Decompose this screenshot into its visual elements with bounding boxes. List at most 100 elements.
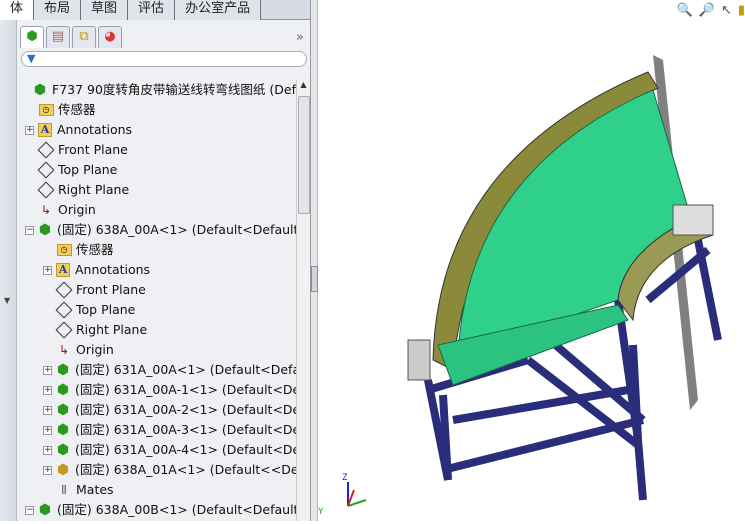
tree-scrollbar[interactable]: ▲ — [296, 80, 310, 521]
assembly-yellow-icon: ⬢ — [56, 462, 70, 478]
tree-item-label: (固定) 631A_00A<1> (Default<Default_ — [75, 362, 296, 377]
tree-item[interactable]: Top Plane — [37, 160, 118, 180]
triad-z-label: Z — [342, 473, 348, 483]
zoom-to-area-icon[interactable]: 🔎 — [699, 3, 715, 18]
command-tabs: 体 布局 草图 评估 办公室产品 — [0, 0, 310, 20]
expand-toggle[interactable]: + — [43, 385, 52, 395]
tree-item[interactable]: + ⬢ (固定) 631A_00A-3<1> (Default<Defau — [43, 420, 296, 440]
conveyor-model: Y Z — [318, 55, 722, 517]
previous-view-icon[interactable]: ↖ — [721, 3, 732, 18]
tree-item[interactable]: ↳ Origin — [38, 200, 96, 220]
tab-assembly[interactable]: 体 — [0, 0, 35, 20]
tree-item[interactable]: Front Plane — [55, 280, 146, 300]
expand-toggle[interactable]: + — [43, 265, 52, 275]
tree-item-label: (固定) 631A_00A-2<1> (Default<Defau — [75, 402, 296, 417]
tree-item[interactable]: + ⬢ (固定) 631A_00A-4<1> (Default<Defau — [43, 440, 296, 460]
assembly-icon: ⬢ — [56, 382, 70, 398]
tree-item[interactable]: + A Annotations — [43, 260, 150, 280]
assembly-icon: ⬢ — [56, 422, 70, 438]
expand-toggle[interactable]: − — [25, 505, 34, 515]
tree-item-label: Front Plane — [76, 282, 146, 297]
tab-sketch[interactable]: 草图 — [81, 0, 129, 20]
expand-toggle[interactable]: + — [43, 465, 52, 475]
filter-input[interactable]: ▼ — [21, 51, 307, 67]
zoom-to-fit-icon[interactable]: 🔍 — [677, 3, 693, 18]
assembly-icon: ⬢ — [56, 362, 70, 378]
tree-item-label: (固定) 631A_00A-3<1> (Default<Defau — [75, 422, 296, 437]
expand-toggle[interactable]: + — [43, 365, 52, 375]
tree-item[interactable]: ◷ 传感器 — [38, 100, 96, 120]
mates-icon: ⫴ — [61, 483, 67, 497]
display-manager-tab[interactable]: ◕ — [98, 26, 122, 48]
tree-item[interactable]: + ⬢ (固定) 631A_00A-1<1> (Default<Defau — [43, 380, 296, 400]
configuration-manager-tab[interactable]: ⧉ — [72, 26, 96, 48]
tree-item-label: F737 90度转角皮带输送线转弯线图纸 (Default — [52, 82, 296, 97]
feature-manager-tab[interactable]: ⬢ — [20, 26, 44, 48]
property-manager-tab[interactable]: ▤ — [46, 26, 70, 48]
tree-item[interactable]: Right Plane — [37, 180, 130, 200]
expand-toggle[interactable]: + — [43, 445, 52, 455]
assembly-icon: ⬢ — [38, 222, 52, 238]
tree-item[interactable]: + A Annotations — [25, 120, 132, 140]
feature-tree: ⬢ F737 90度转角皮带输送线转弯线图纸 (Default ◷ 传感器 + A Anno… — [17, 80, 296, 521]
expand-toggle[interactable]: + — [43, 425, 52, 435]
tab-evaluate[interactable]: 评估 — [128, 0, 176, 20]
tree-item-label: Mates — [76, 482, 114, 497]
tree-item-label: Right Plane — [76, 322, 148, 337]
tree-item[interactable]: + ⬢ (固定) 631A_00A<1> (Default<Default_ — [43, 360, 296, 380]
expand-toggle[interactable]: + — [43, 405, 52, 415]
origin-icon: ↳ — [58, 343, 70, 357]
graphics-viewport[interactable]: 🔍 🔎 ↖ ▮ Y Z — [318, 0, 745, 521]
tree-item[interactable]: Top Plane — [55, 300, 136, 320]
tree-item-label: (固定) 631A_00A-4<1> (Default<Defau — [75, 442, 296, 457]
tree-item-label: Right Plane — [58, 182, 130, 197]
motor-unit — [672, 204, 714, 236]
tree-item-label: Origin — [76, 342, 114, 357]
tree-item-label: Top Plane — [58, 162, 118, 177]
tree-item[interactable]: Right Plane — [55, 320, 148, 340]
plane-icon — [55, 321, 73, 339]
tree-item-label: Annotations — [75, 262, 151, 277]
tree-item[interactable]: −⬢ (固定) 638A_00A<1> (Default<Default_Dis — [25, 220, 296, 240]
expand-toggle[interactable]: + — [25, 125, 34, 135]
dropdown-arrow-icon[interactable]: ▼ — [4, 296, 10, 305]
tree-item-label: (固定) 638A_01A<1> (Default<<Defau — [75, 462, 296, 477]
sensor-folder-icon: ◷ — [56, 242, 72, 258]
assembly-icon: ⬢ — [56, 402, 70, 418]
filter-icon[interactable]: ▼ — [27, 52, 35, 65]
tree-item-label: 传感器 — [76, 242, 114, 257]
tree-item[interactable]: ◷ 传感器 — [56, 240, 114, 260]
annotations-icon: A — [37, 122, 53, 138]
tree-item[interactable]: Front Plane — [37, 140, 128, 160]
drive-unit — [407, 339, 431, 381]
plane-icon — [37, 181, 55, 199]
plane-icon — [55, 281, 73, 299]
sensor-folder-icon: ◷ — [38, 102, 54, 118]
tree-item-label: (固定) 638A_00A<1> (Default<Default_Dis — [57, 222, 296, 237]
section-view-icon[interactable]: ▮ — [738, 3, 745, 18]
tree-item[interactable]: + ⬢ (固定) 631A_00A-2<1> (Default<Defau — [43, 400, 296, 420]
tab-layout[interactable]: 布局 — [34, 0, 82, 20]
plane-icon — [37, 161, 55, 179]
collapse-panel-handle[interactable] — [311, 266, 318, 292]
scroll-thumb[interactable] — [298, 96, 310, 214]
assembly-icon: ⬢ — [38, 502, 52, 518]
tree-item[interactable]: ⫴ Mates — [56, 480, 114, 500]
tree-item-label: 传感器 — [58, 102, 96, 117]
expand-toggle[interactable]: − — [25, 225, 34, 235]
panel-splitter[interactable] — [310, 0, 318, 521]
tree-item[interactable]: −⬢ (固定) 638A_00B<1> (Default<Default_Dis — [25, 500, 296, 520]
tab-office-products[interactable]: 办公室产品 — [175, 0, 262, 20]
plane-icon — [55, 301, 73, 319]
tree-item-label: Top Plane — [76, 302, 136, 317]
origin-icon: ↳ — [40, 203, 52, 217]
tree-item-label: Front Plane — [58, 142, 128, 157]
scroll-up-icon[interactable]: ▲ — [297, 80, 310, 94]
assembly-icon: ⬢ — [56, 442, 70, 458]
tree-item-label: Annotations — [57, 122, 133, 137]
tree-item[interactable]: ↳ Origin — [56, 340, 114, 360]
tree-item-label: Origin — [58, 202, 96, 217]
tree-item[interactable]: ⬢ F737 90度转角皮带输送线转弯线图纸 (Default — [32, 80, 296, 100]
tree-item[interactable]: + ⬢ (固定) 638A_01A<1> (Default<<Defau — [43, 460, 296, 480]
more-tabs-button[interactable]: » — [296, 30, 304, 45]
